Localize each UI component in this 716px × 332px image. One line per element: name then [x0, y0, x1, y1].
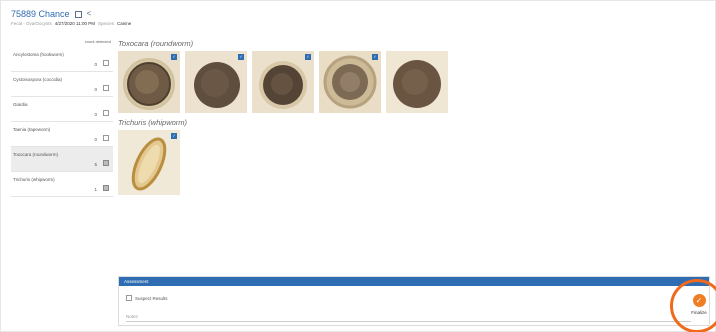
- parasite-label: Giardia: [13, 102, 28, 107]
- parasite-label: Cystoisospora (coccidia): [13, 77, 63, 82]
- image-gallery: Toxocara (roundworm) ✓ ✓ ✓ ✓ Trichuris (…: [118, 39, 710, 195]
- detected-checkbox[interactable]: [103, 110, 109, 116]
- parasite-count: 0: [94, 62, 97, 67]
- parasite-list: count detected Ancylostoma (hookworm) 0 …: [11, 39, 113, 197]
- image-badge-icon[interactable]: ✓: [171, 133, 177, 139]
- suspect-results[interactable]: Suspect Results: [126, 295, 168, 301]
- egg-image[interactable]: ✓: [252, 51, 314, 113]
- detected-checkbox-checked[interactable]: [103, 185, 109, 191]
- parasite-count: 5: [94, 162, 97, 167]
- assessment-panel: Assessment ⌄ Suspect Results Notes: [118, 276, 710, 326]
- assessment-title: Assessment: [124, 279, 149, 284]
- test-type: Fecal - Ova/Oocysts: [11, 21, 52, 26]
- image-badge-icon[interactable]: ✓: [238, 54, 244, 60]
- detected-checkbox-checked[interactable]: [103, 160, 109, 166]
- detected-checkbox[interactable]: [103, 85, 109, 91]
- assessment-header[interactable]: Assessment ⌄: [119, 277, 709, 286]
- parasite-label: Toxocara (roundworm): [13, 152, 59, 157]
- parasite-count: 0: [94, 137, 97, 142]
- species-value: Canine: [116, 21, 132, 26]
- page-title: 75889 Chance: [11, 9, 70, 19]
- egg-image[interactable]: ✓: [319, 51, 381, 113]
- page-header: 75889 Chance < Fecal - Ova/Oocysts 4/27/…: [11, 9, 131, 26]
- roundworm-egg-image: [252, 51, 314, 113]
- parasite-count: 0: [94, 112, 97, 117]
- notes-field[interactable]: Notes: [126, 314, 691, 322]
- list-item[interactable]: Cystoisospora (coccidia) 0: [11, 72, 113, 97]
- roundworm-egg-image: [319, 51, 381, 113]
- list-item[interactable]: Trichuris (whipworm) 1: [11, 172, 113, 197]
- section-title-toxocara: Toxocara (roundworm): [118, 39, 194, 48]
- parasite-label: Trichuris (whipworm): [13, 177, 55, 182]
- egg-image[interactable]: [386, 51, 448, 113]
- egg-image[interactable]: ✓: [185, 51, 247, 113]
- roundworm-egg-image: [185, 51, 247, 113]
- species-label: Species: [97, 21, 114, 26]
- toxocara-thumbnails: ✓ ✓ ✓ ✓: [118, 51, 710, 113]
- trichuris-thumbnails: ✓: [118, 130, 710, 195]
- parasite-label: Taenia (tapeworm): [13, 127, 51, 132]
- highlight-ring: [670, 279, 716, 332]
- image-badge-icon[interactable]: ✓: [171, 54, 177, 60]
- suspect-label: Suspect Results: [135, 295, 168, 301]
- parasite-count: 1: [94, 187, 97, 192]
- subtitle: Fecal - Ova/Oocysts 4/27/2020 11:00 PM S…: [11, 21, 131, 26]
- roundworm-egg-image: [118, 51, 180, 113]
- egg-image[interactable]: ✓: [118, 51, 180, 113]
- egg-image[interactable]: ✓: [118, 130, 180, 195]
- suspect-checkbox[interactable]: [126, 295, 132, 301]
- list-item-selected[interactable]: Toxocara (roundworm) 5: [11, 147, 113, 172]
- list-item[interactable]: Ancylostoma (hookworm) 0: [11, 47, 113, 72]
- parasite-label: Ancylostoma (hookworm): [13, 52, 64, 57]
- count-detected-header: count detected: [84, 39, 111, 44]
- test-datetime: 4/27/2020 11:00 PM: [54, 21, 95, 26]
- detected-checkbox[interactable]: [103, 60, 109, 66]
- image-badge-icon[interactable]: ✓: [372, 54, 378, 60]
- list-item[interactable]: Giardia 0: [11, 97, 113, 122]
- share-icon[interactable]: <: [87, 10, 92, 18]
- whipworm-egg-image: [118, 130, 180, 195]
- app-frame: 75889 Chance < Fecal - Ova/Oocysts 4/27/…: [0, 0, 716, 332]
- roundworm-egg-image: [386, 51, 448, 113]
- square-icon[interactable]: [74, 10, 82, 18]
- detected-checkbox[interactable]: [103, 135, 109, 141]
- section-title-trichuris: Trichuris (whipworm): [118, 118, 188, 127]
- image-badge-icon[interactable]: ✓: [305, 54, 311, 60]
- list-item[interactable]: Taenia (tapeworm) 0: [11, 122, 113, 147]
- parasite-count: 0: [94, 87, 97, 92]
